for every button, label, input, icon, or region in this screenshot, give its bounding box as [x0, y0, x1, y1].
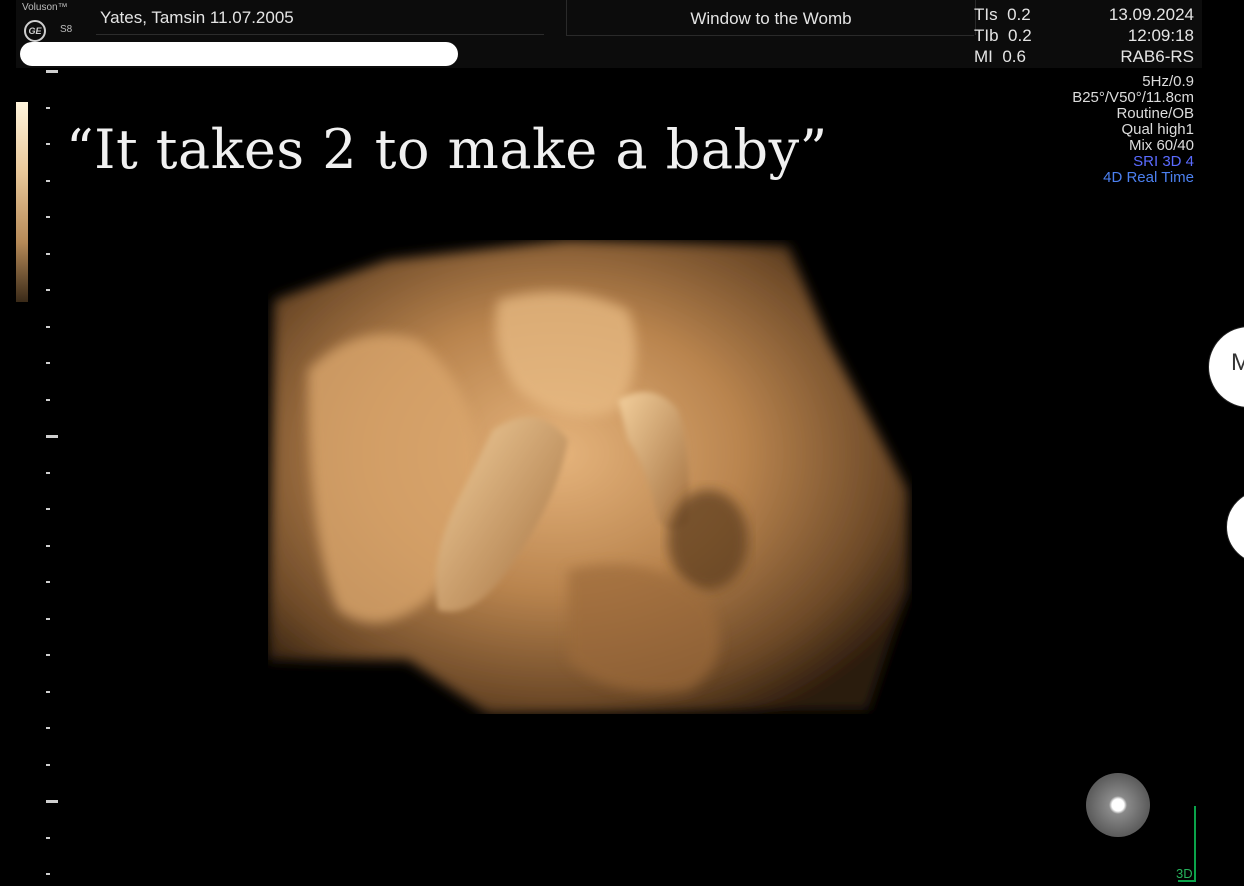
depth-tick	[46, 654, 50, 656]
exam-date: 13.09.2024	[1108, 5, 1194, 24]
depth-tick	[46, 727, 50, 729]
orientation-ball-icon[interactable]	[1086, 773, 1150, 837]
datetime-block: 13.09.2024 12:09:18 RAB6-RS	[1109, 4, 1194, 67]
redaction-bar	[20, 42, 458, 66]
depth-tick	[46, 800, 58, 803]
depth-tick	[46, 216, 50, 218]
quality-label: Qual high1	[1121, 121, 1194, 138]
depth-tick	[46, 690, 50, 693]
depth-tick	[46, 508, 50, 510]
overlay-quote: “It takes 2 to make a baby”	[66, 118, 828, 181]
param-mi: MI 0.6	[974, 47, 1026, 66]
side-menu-button[interactable]: M	[1208, 326, 1244, 408]
preset-label: Routine/OB	[1116, 105, 1194, 122]
depth-tick	[46, 143, 50, 145]
exam-time: 12:09:18	[1127, 26, 1194, 45]
mix-label: Mix 60/40	[1128, 137, 1194, 154]
depth-tick	[46, 252, 50, 255]
depth-tick	[46, 289, 50, 291]
side-action-button[interactable]	[1226, 490, 1244, 564]
sri-label: SRI 3D 4	[1133, 153, 1194, 170]
mode-label: 4D Real Time	[1103, 169, 1194, 186]
side-menu-button-label: M	[1231, 349, 1244, 376]
depth-scale	[44, 70, 58, 886]
param-tib: TIb 0.2	[974, 26, 1032, 45]
depth-tick	[46, 763, 50, 766]
depth-tick	[46, 362, 50, 364]
safety-indices: TIs 0.2 TIb 0.2 MI 0.6	[974, 4, 1032, 67]
brand-label: Voluson™	[22, 2, 68, 13]
header-divider	[96, 34, 544, 35]
depth-tick	[46, 836, 50, 839]
volume-indicator-line	[1194, 806, 1196, 882]
depth-tick	[46, 471, 50, 474]
depth-tick	[46, 435, 58, 438]
render-mode-label: 3D	[1176, 866, 1193, 881]
title-divider	[566, 35, 974, 36]
volume-angles: B25°/V50°/11.8cm	[1072, 89, 1194, 106]
depth-tick	[46, 325, 50, 328]
model-label: S8	[60, 24, 73, 35]
patient-name: Yates, Tamsin 11.07.2005	[100, 8, 294, 27]
depth-tick	[46, 179, 50, 182]
param-tis: TIs 0.2	[974, 5, 1031, 24]
depth-tick	[46, 398, 50, 401]
depth-tick	[46, 106, 50, 109]
frame-rate: 5Hz/0.9	[1142, 73, 1194, 90]
fetal-3d-render	[268, 240, 908, 714]
depth-tick	[46, 581, 50, 583]
depth-tick	[46, 544, 50, 547]
gray-map-colorbar	[16, 102, 28, 302]
imaging-settings: 5Hz/0.9 B25°/V50°/11.8cm Routine/OB Qual…	[1072, 74, 1194, 186]
probe-name: RAB6-RS	[1120, 47, 1194, 66]
depth-tick	[46, 617, 50, 620]
depth-tick	[46, 70, 58, 73]
ge-logo-icon: GE	[24, 20, 46, 42]
depth-tick	[46, 873, 50, 875]
exam-title: Window to the Womb	[566, 0, 976, 35]
